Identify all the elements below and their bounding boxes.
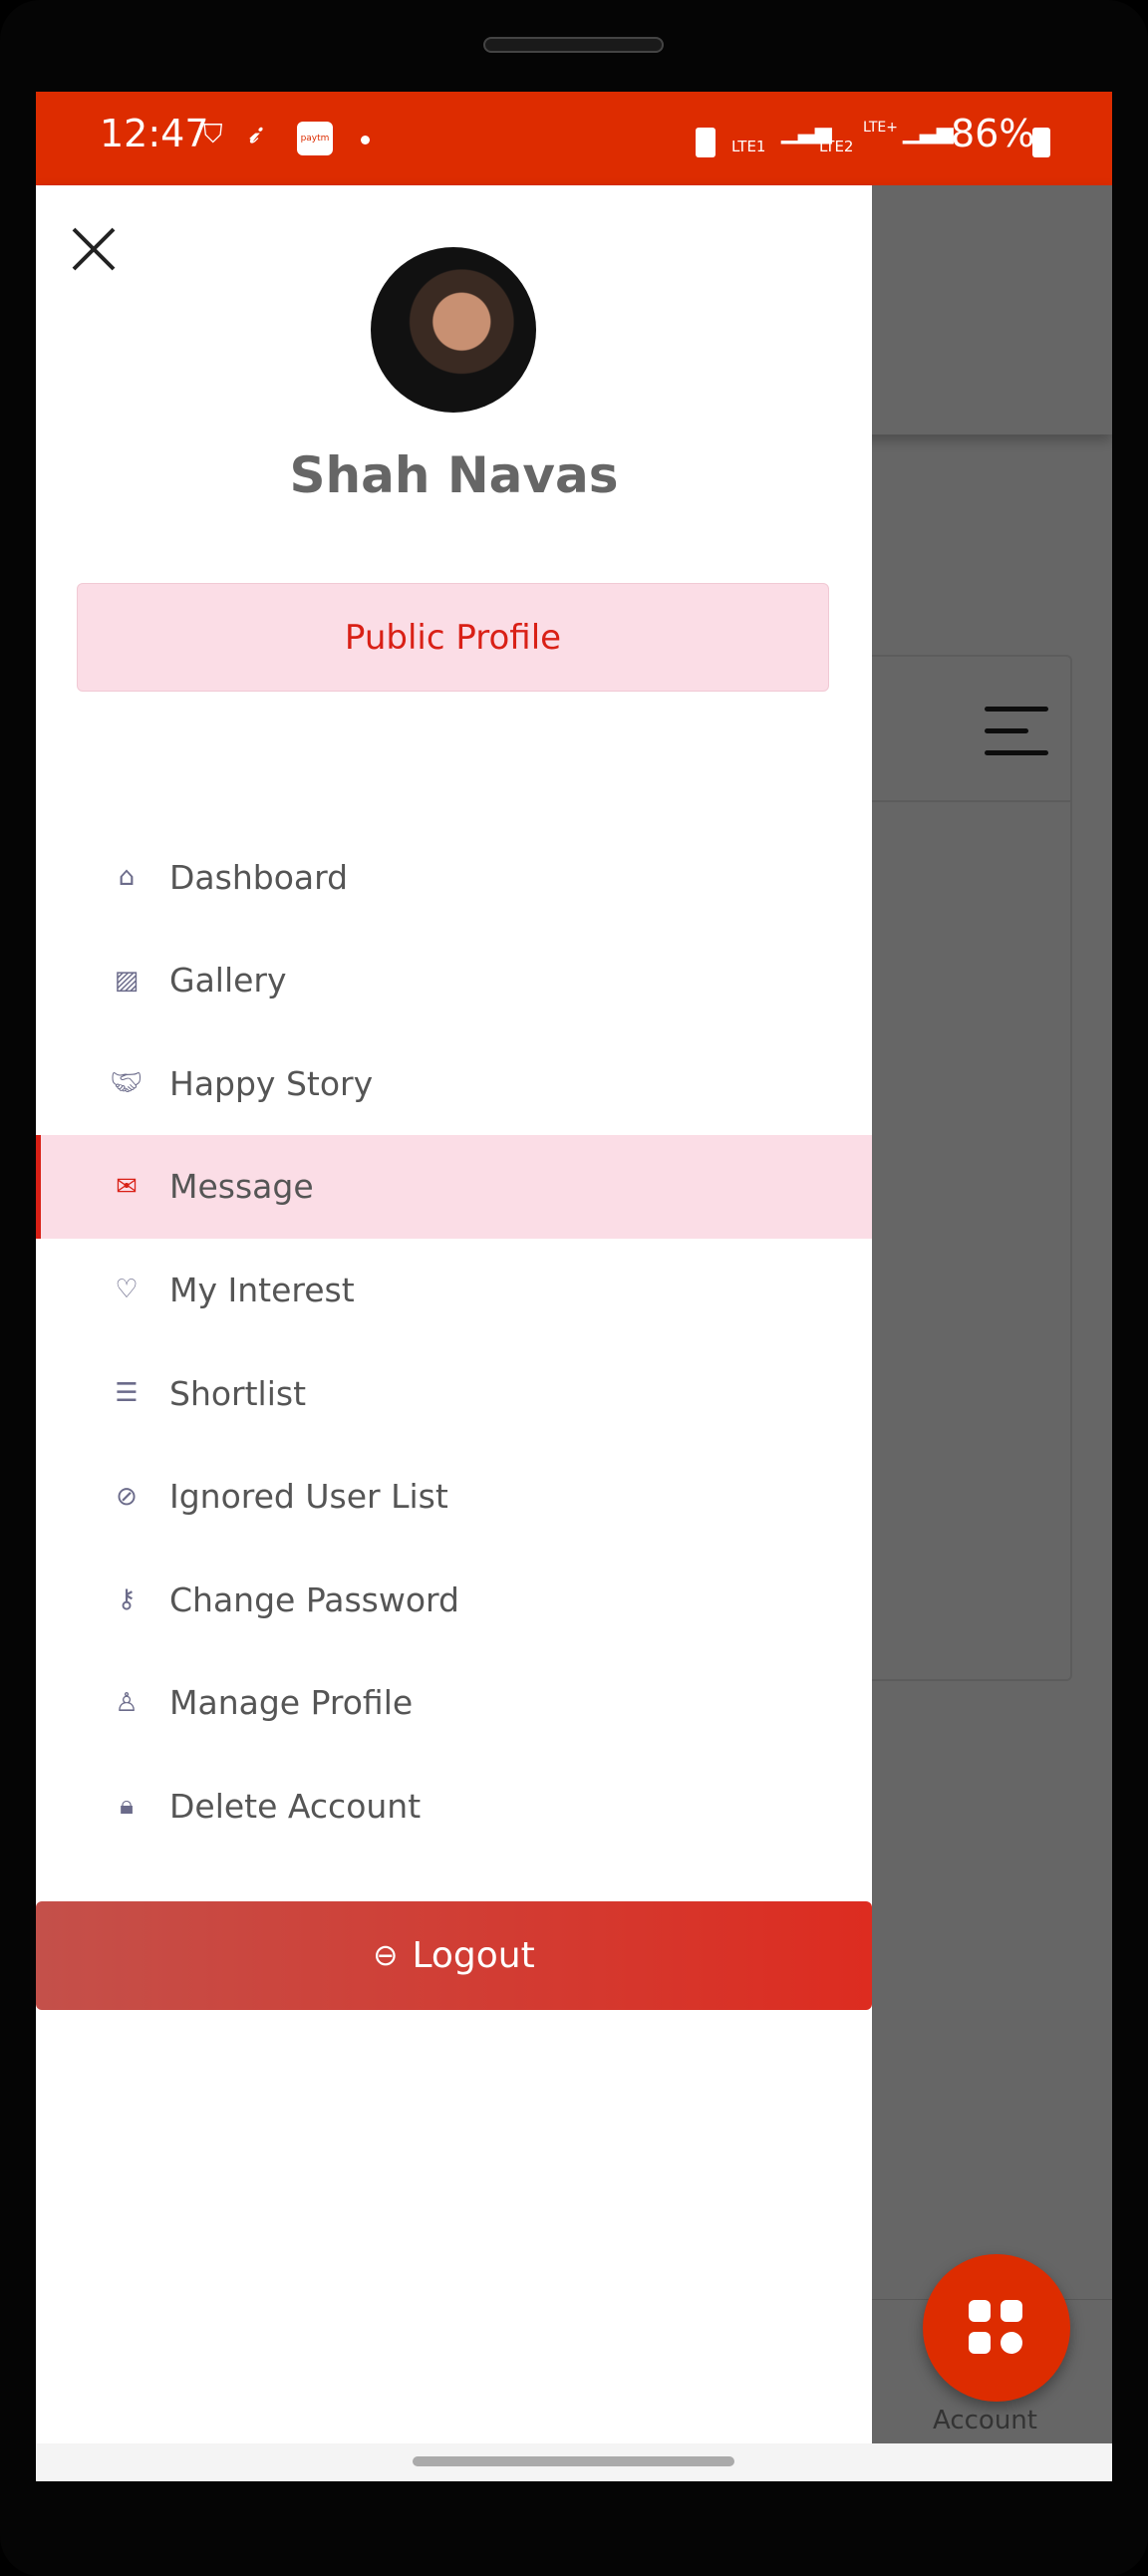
battery-saver-icon [696,128,716,157]
menu-item-label: Shortlist [169,1373,307,1413]
menu-item-label: Dashboard [169,857,349,897]
handshake-icon: 🤝︎ [110,1068,144,1099]
logout-button[interactable]: ⊖ Logout [36,1901,872,2010]
list-icon: ☰ [115,1378,139,1408]
home-indicator[interactable] [413,2456,734,2466]
side-drawer: Shah Navas Public Profile ⌂ Dashboard ▨ Gal… [36,185,872,2443]
key-icon: ⚷ [117,1584,137,1615]
menu-item-label: Message [169,1167,314,1207]
menu-item-label: Delete Account [169,1786,422,1826]
lock-icon: 🔒︎ [120,1790,134,1821]
menu-item-shortlist[interactable]: ☰ Shortlist [36,1341,872,1445]
screen: 12:47 ⛉ 𝒾 paytm LTE1 ▁▃▅ LTE2 LTE+ ▁▃▅ 8… [36,92,1112,2481]
menu-item-dashboard[interactable]: ⌂ Dashboard [36,825,872,929]
user-icon: ♙ [115,1687,139,1718]
speaker-grille [483,37,664,53]
grid-icon [1001,2332,1022,2354]
menu-item-ignored-user-list[interactable]: ⊘ Ignored User List [36,1445,872,1549]
menu-item-label: Ignored User List [169,1477,448,1517]
logout-label: Logout [412,1935,535,1976]
battery-percent: 86% [951,112,1035,155]
network-label: LTE+ [863,120,898,136]
user-name: Shah Navas [289,446,619,504]
menu-item-label: Manage Profile [169,1683,414,1723]
menu-item-manage-profile[interactable]: ♙ Manage Profile [36,1651,872,1755]
logout-icon: ⊖ [373,1938,399,1973]
sim2-label: LTE2 [819,138,854,155]
menu-item-label: My Interest [169,1270,355,1309]
menu-item-gallery[interactable]: ▨ Gallery [36,929,872,1032]
public-profile-button[interactable]: Public Profile [77,583,829,692]
grid-icon [1001,2300,1022,2322]
menu-item-happy-story[interactable]: 🤝︎ Happy Story [36,1031,872,1135]
ban-icon: ⊘ [116,1481,138,1512]
battery-charging-icon [1032,128,1050,157]
close-icon[interactable] [66,221,122,277]
menu-item-label: Gallery [169,961,287,1001]
apps-fab-button[interactable] [923,2254,1070,2402]
menu-item-my-interest[interactable]: ♡ My Interest [36,1238,872,1341]
app-icon: 𝒾 [249,120,258,149]
bottom-nav-account[interactable]: Account [933,2406,1037,2435]
notification-dot-icon [361,136,370,144]
signal-icon: ▁▃▅ [903,120,954,144]
system-nav-bar [36,2443,1112,2481]
shield-alert-icon: ⛉ [203,120,223,149]
heart-icon: ♡ [115,1275,139,1305]
home-icon: ⌂ [118,862,136,892]
status-bar: 12:47 ⛉ 𝒾 paytm LTE1 ▁▃▅ LTE2 LTE+ ▁▃▅ 8… [36,92,1112,185]
grid-icon [969,2332,991,2354]
menu-item-label: Change Password [169,1579,459,1619]
menu-item-delete-account[interactable]: 🔒︎ Delete Account [36,1754,872,1858]
image-icon: ▨ [114,965,140,996]
sim1-label: LTE1 [731,138,766,155]
mail-icon: ✉ [116,1171,138,1202]
menu-item-change-password[interactable]: ⚷ Change Password [36,1548,872,1651]
grid-icon [969,2300,991,2322]
clock: 12:47 [100,112,209,155]
avatar [371,247,536,413]
paytm-icon: paytm [297,122,333,155]
menu-item-label: Happy Story [169,1063,374,1103]
menu-item-message[interactable]: ✉ Message [36,1134,872,1239]
